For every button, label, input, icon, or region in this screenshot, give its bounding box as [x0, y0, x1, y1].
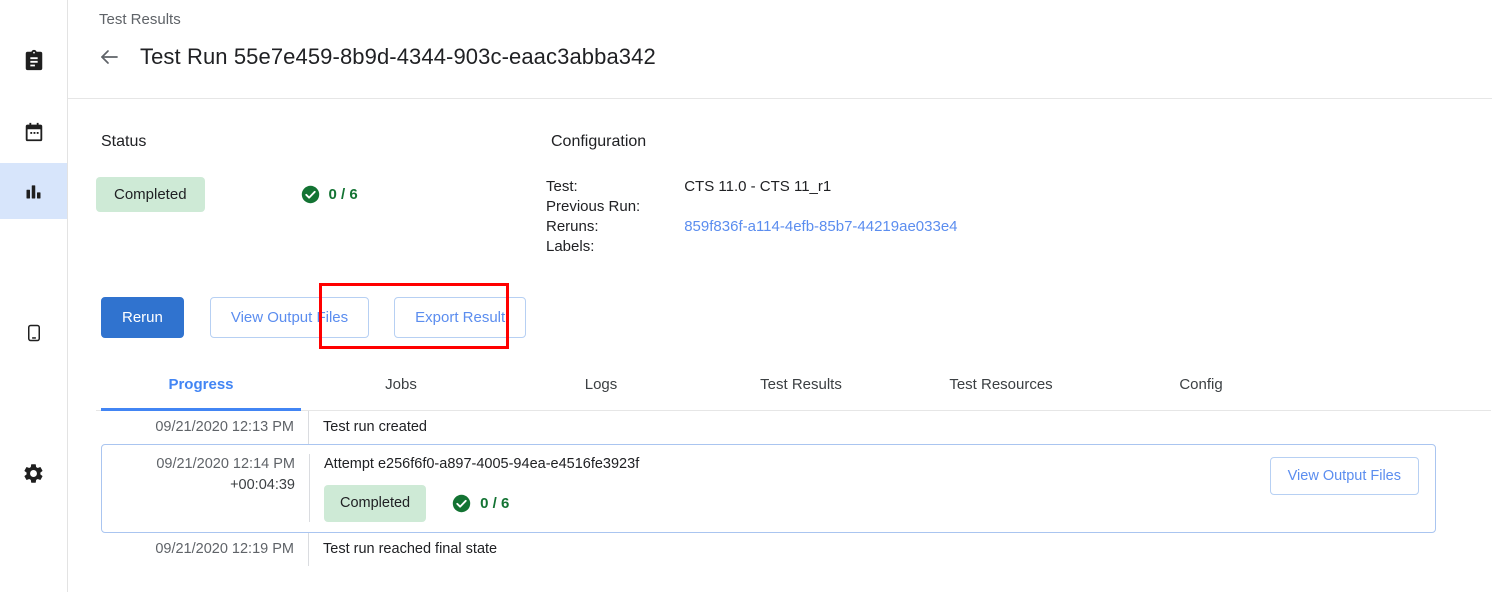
- breadcrumb: Test Results: [96, 10, 1492, 30]
- summary-section: Status Completed 0 / 6: [96, 133, 1492, 257]
- tab-bar: Progress Jobs Logs Test Results Test Res…: [96, 376, 1491, 411]
- sidebar-item-test-results[interactable]: [0, 163, 67, 219]
- attempt-text: Attempt e256f6f0-a897-4005-94ea-e4516fe3…: [324, 454, 1270, 475]
- sidebar-item-test-suites[interactable]: [0, 32, 67, 88]
- sidebar-item-devices[interactable]: [0, 305, 67, 361]
- status-badge: Completed: [96, 177, 205, 212]
- page-header: Test Results Test Run 55e7e459-8b9d-4344…: [68, 0, 1492, 99]
- tab-config[interactable]: Config: [1101, 376, 1301, 410]
- attempt-status-line: Completed 0 / 6: [324, 485, 1270, 522]
- progress-row-time: 09/21/2020 12:14 PM +00:04:39: [102, 454, 309, 496]
- tab-progress[interactable]: Progress: [101, 376, 301, 411]
- config-value-previous-run: [684, 197, 957, 217]
- config-label-test: Test:: [546, 177, 684, 197]
- row-view-output-files-button[interactable]: View Output Files: [1270, 457, 1419, 495]
- tab-logs[interactable]: Logs: [501, 376, 701, 410]
- phone-icon: [25, 321, 43, 345]
- progress-row-text: Test run created: [309, 417, 1436, 438]
- main-area: Test Results Test Run 55e7e459-8b9d-4344…: [68, 0, 1492, 592]
- attempt-duration: +00:04:39: [102, 475, 295, 496]
- tab-jobs[interactable]: Jobs: [301, 376, 501, 410]
- status-section-title: Status: [96, 133, 546, 151]
- bar-chart-icon: [23, 181, 44, 202]
- attempt-count: 0 / 6: [480, 493, 509, 514]
- config-row-reruns: Reruns: 859f836f-a114-4efb-85b7-44219ae0…: [546, 217, 958, 237]
- config-label-labels: Labels:: [546, 237, 684, 257]
- config-row-previous-run: Previous Run:: [546, 197, 958, 217]
- sidebar-item-settings[interactable]: [0, 445, 67, 501]
- config-row-test: Test: CTS 11.0 - CTS 11_r1: [546, 177, 958, 197]
- attempt-body: Attempt e256f6f0-a897-4005-94ea-e4516fe3…: [310, 454, 1270, 522]
- arrow-left-icon[interactable]: [92, 40, 126, 74]
- config-value-labels: [684, 237, 957, 257]
- progress-row-time: 09/21/2020 12:13 PM: [101, 417, 308, 438]
- calendar-icon: [23, 121, 45, 143]
- attempt-time: 09/21/2020 12:14 PM: [156, 456, 295, 472]
- config-label-previous-run: Previous Run:: [546, 197, 684, 217]
- progress-row-created[interactable]: 09/21/2020 12:13 PM Test run created: [101, 411, 1436, 444]
- sidebar-item-test-plans[interactable]: [0, 104, 67, 160]
- progress-row-final-state[interactable]: 09/21/2020 12:19 PM Test run reached fin…: [101, 533, 1436, 566]
- attempt-count-block: 0 / 6: [452, 493, 509, 514]
- check-circle-icon: [301, 185, 320, 204]
- title-row: Test Run 55e7e459-8b9d-4344-903c-eaac3ab…: [96, 40, 1492, 74]
- tab-test-results[interactable]: Test Results: [701, 376, 901, 410]
- attempt-action-cell: View Output Files: [1270, 454, 1435, 495]
- check-circle-icon: [452, 494, 471, 513]
- configuration-table: Test: CTS 11.0 - CTS 11_r1 Previous Run:…: [546, 177, 958, 257]
- status-count: 0 / 6: [329, 186, 358, 203]
- status-count-block: 0 / 6: [301, 185, 358, 204]
- action-button-row: Rerun View Output Files Export Result: [96, 297, 1492, 338]
- attempt-status-badge: Completed: [324, 485, 426, 522]
- left-sidebar: [0, 0, 68, 592]
- view-output-files-button[interactable]: View Output Files: [210, 297, 369, 338]
- gear-icon: [22, 462, 45, 485]
- config-row-labels: Labels:: [546, 237, 958, 257]
- page-title: Test Run 55e7e459-8b9d-4344-903c-eaac3ab…: [140, 44, 656, 70]
- configuration-section: Configuration Test: CTS 11.0 - CTS 11_r1…: [546, 133, 1146, 257]
- progress-row-text: Test run reached final state: [309, 539, 1436, 560]
- status-section: Status Completed 0 / 6: [96, 133, 546, 257]
- configuration-section-title: Configuration: [546, 133, 1146, 151]
- reruns-link[interactable]: 859f836f-a114-4efb-85b7-44219ae033e4: [684, 218, 957, 235]
- config-value-reruns-cell: 859f836f-a114-4efb-85b7-44219ae033e4: [684, 217, 957, 237]
- config-label-reruns: Reruns:: [546, 217, 684, 237]
- clipboard-icon: [23, 48, 45, 72]
- export-result-button[interactable]: Export Result: [394, 297, 526, 338]
- tab-test-resources[interactable]: Test Resources: [901, 376, 1101, 410]
- status-line: Completed 0 / 6: [96, 177, 546, 212]
- progress-row-time: 09/21/2020 12:19 PM: [101, 539, 308, 560]
- config-value-test: CTS 11.0 - CTS 11_r1: [684, 177, 957, 197]
- page-content: Status Completed 0 / 6: [68, 133, 1492, 566]
- rerun-button[interactable]: Rerun: [101, 297, 184, 338]
- progress-row-attempt[interactable]: 09/21/2020 12:14 PM +00:04:39 Attempt e2…: [101, 444, 1436, 533]
- app-root: Test Results Test Run 55e7e459-8b9d-4344…: [0, 0, 1492, 592]
- progress-list: 09/21/2020 12:13 PM Test run created 09/…: [96, 411, 1436, 566]
